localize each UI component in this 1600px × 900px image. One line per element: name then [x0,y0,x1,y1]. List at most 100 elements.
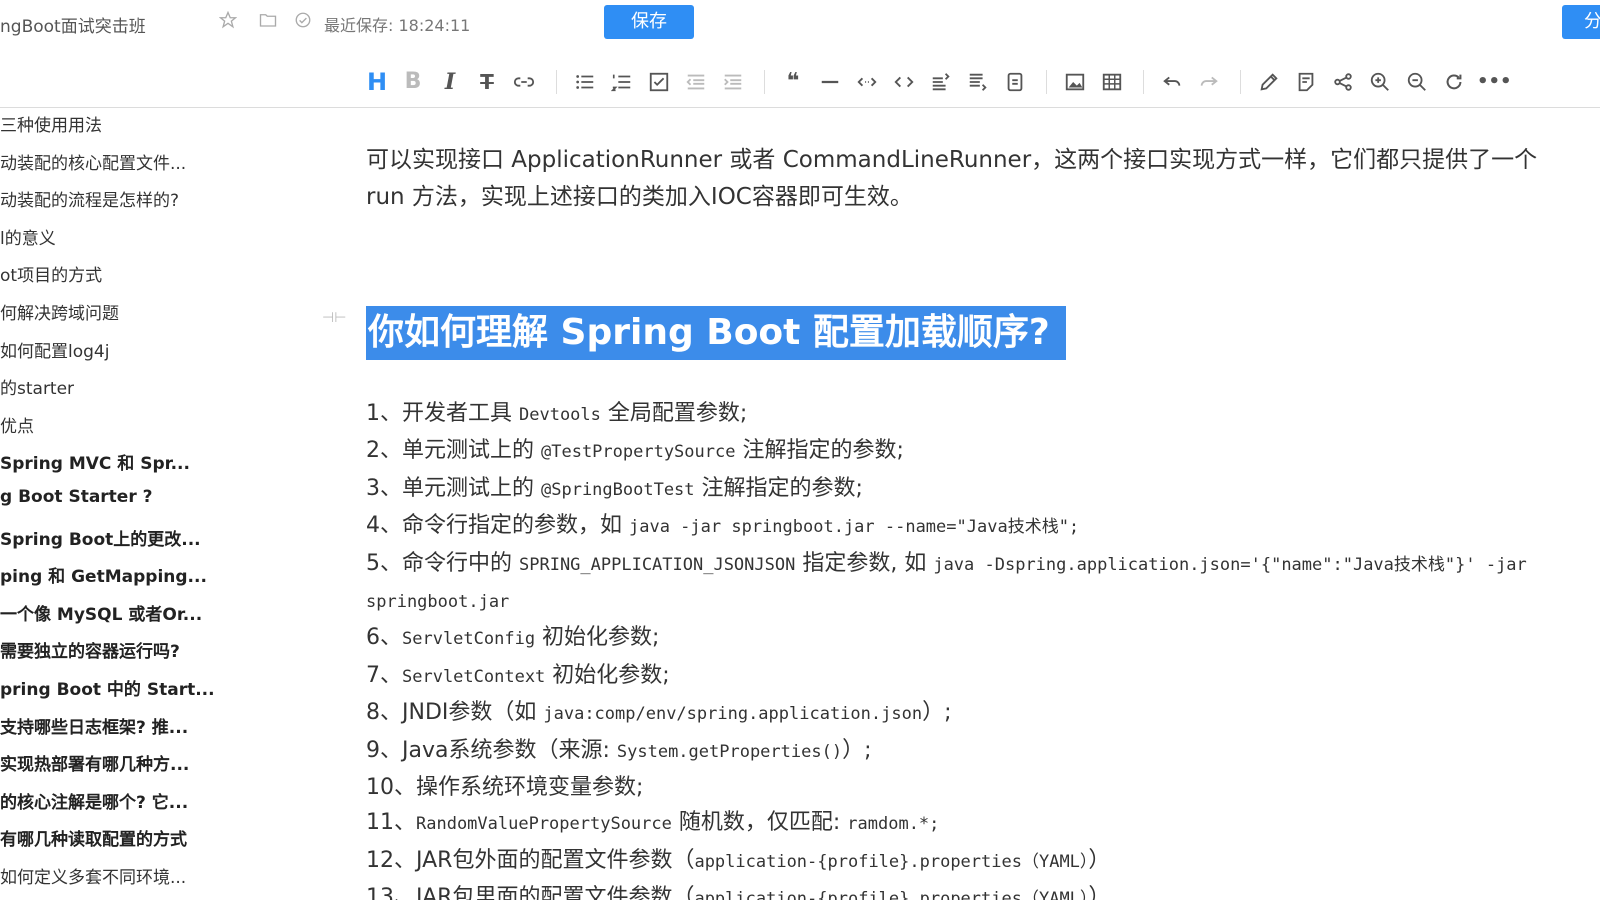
list-item[interactable]: 6、ServletConfig 初始化参数; [366,620,1566,657]
list-text: Java系统参数（来源: [402,737,617,763]
outline-item[interactable]: 有哪几种读取配置的方式 [0,825,300,851]
selected-heading[interactable]: 你如何理解 Spring Boot 配置加载顺序? [366,306,1066,360]
italic-icon[interactable]: I [436,68,464,96]
inline-code: SPRING_APPLICATION_JSONJSON [519,554,796,575]
insert-after-icon[interactable] [964,68,992,96]
saved-check-icon [292,11,314,33]
list-text: 注解指定的参数; [694,475,863,501]
outline-item[interactable]: Spring Boot上的更改... [0,525,300,551]
toolbar-separator [1240,70,1241,94]
inline-code-icon[interactable] [853,68,881,96]
list-text: 2、 [366,438,402,464]
refresh-icon[interactable] [1440,68,1468,96]
list-text: 13、 [366,885,416,900]
strikethrough-icon[interactable]: T [473,68,501,96]
list-text: ）; [842,737,872,763]
edit-icon[interactable] [1255,68,1283,96]
list-item[interactable]: 13、JAR包里面的配置文件参数（application-{profile}.p… [366,880,1566,900]
outline-item[interactable]: 实现热部署有哪几种方... [0,750,300,776]
outline-item[interactable]: 的核心注解是哪个? 它... [0,788,300,814]
list-text: 9、 [366,737,402,763]
outline-item[interactable]: 需要独立的容器运行吗? [0,637,300,663]
last-saved-status: 最近保存: 18:24:11 [324,16,471,35]
list-text: 11、 [366,810,416,836]
more-icon[interactable]: ••• [1477,68,1512,96]
table-of-contents-icon[interactable] [1001,68,1029,96]
list-text: JAR包外面的配置文件参数（ [416,847,695,873]
task-list-icon[interactable] [645,68,673,96]
bold-icon[interactable]: B [399,68,427,96]
list-text: 初始化参数; [535,625,660,651]
outline-item[interactable]: Spring MVC 和 Spr... [0,449,300,475]
paragraph[interactable]: 可以实现接口 ApplicationRunner 或者 CommandLineR… [366,142,1546,216]
outline-item[interactable]: 动装配的流程是怎样的? [0,186,300,212]
save-button[interactable]: 保存 [604,5,694,39]
mindmap-icon[interactable] [1329,68,1357,96]
indent-icon[interactable] [719,68,747,96]
list-item[interactable]: 4、命令行指定的参数，如 java -jar springboot.jar --… [366,508,1566,545]
link-icon[interactable] [510,68,538,96]
outline-item[interactable]: 三种使用用法 [0,111,300,137]
outline-item[interactable]: 动装配的核心配置文件... [0,149,300,175]
outline-item[interactable]: 如何定义多套不同环境... [0,863,300,889]
list-text: 指定参数, 如 [795,550,934,576]
list-item[interactable]: 1、开发者工具 Devtools 全局配置参数; [366,396,1566,433]
list-item[interactable]: 3、单元测试上的 @SpringBootTest 注解指定的参数; [366,471,1566,508]
ordered-list-icon[interactable] [608,68,636,96]
export-icon[interactable] [1292,68,1320,96]
star-icon[interactable] [217,10,239,33]
list-text: 1、 [366,401,402,426]
document-title[interactable]: ngBoot面试突击班 [0,12,146,37]
hr-icon[interactable] [816,68,844,96]
quote-icon[interactable]: ❝ [779,68,807,96]
toolbar-separator [556,70,557,94]
zoom-in-icon[interactable] [1366,68,1394,96]
outline-item[interactable]: 的starter [0,374,300,400]
bullet-list-icon[interactable] [571,68,599,96]
outline-item[interactable]: ot项目的方式 [0,261,300,287]
outline-item[interactable]: l的意义 [0,224,300,250]
list-text: ） [1088,847,1111,873]
list-text: 操作系统环境变量参数; [416,775,644,801]
inline-code: RandomValuePropertySource [416,814,672,835]
list-item[interactable]: 7、ServletContext 初始化参数; [366,658,1566,695]
image-icon[interactable] [1061,68,1089,96]
list-text: 命令行指定的参数，如 [402,513,629,539]
inline-code: System.getProperties() [616,741,843,762]
sidebar-collapse-handle[interactable]: ⊣⊢ [322,310,346,326]
list-text: 5、 [366,550,402,576]
list-item[interactable]: 8、JNDI参数（如 java:comp/env/spring.applicat… [366,695,1566,732]
outline-item[interactable]: pring Boot 中的 Start... [0,675,300,701]
outline-item[interactable]: 支持哪些日志框架? 推... [0,713,300,739]
inline-code: @SpringBootTest [541,479,695,500]
outline-item[interactable]: g Boot Starter ? [0,487,300,513]
list-item[interactable]: 2、单元测试上的 @TestPropertySource 注解指定的参数; [366,433,1566,470]
outline-item[interactable]: ping 和 GetMapping... [0,562,300,588]
insert-before-icon[interactable] [927,68,955,96]
zoom-out-icon[interactable] [1403,68,1431,96]
outline-item[interactable]: 如何配置log4j [0,337,300,363]
table-icon[interactable] [1098,68,1126,96]
share-button[interactable]: 分 [1562,5,1600,39]
list-item[interactable]: 5、命令行中的 SPRING_APPLICATION_JSONJSON 指定参数… [366,546,1566,621]
heading-icon[interactable]: H [363,68,391,96]
outline-item[interactable]: 一个像 MySQL 或者Or... [0,600,300,626]
list-item[interactable]: 10、操作系统环境变量参数; [366,770,1566,805]
list-text: 10、 [366,775,416,801]
undo-icon[interactable] [1158,68,1186,96]
list-item[interactable]: 12、JAR包外面的配置文件参数（application-{profile}.p… [366,843,1566,880]
folder-icon[interactable] [257,11,279,33]
redo-icon[interactable] [1195,68,1223,96]
outdent-icon[interactable] [682,68,710,96]
toolbar-separator [764,70,765,94]
outline-item[interactable]: 优点 [0,412,300,438]
list-item[interactable]: 9、Java系统参数（来源: System.getProperties()）; [366,733,1566,770]
list-text: 随机数，仅匹配: [671,810,848,836]
list-text: 3、 [366,475,402,501]
list-item[interactable]: 11、RandomValuePropertySource 随机数，仅匹配: ra… [366,805,1566,842]
list-text: ） [1088,885,1111,900]
list-text: 全局配置参数; [600,401,748,426]
outline-item[interactable]: 何解决跨域问题 [0,299,300,325]
code-block-icon[interactable] [890,68,918,96]
list-text: 7、 [366,662,402,688]
